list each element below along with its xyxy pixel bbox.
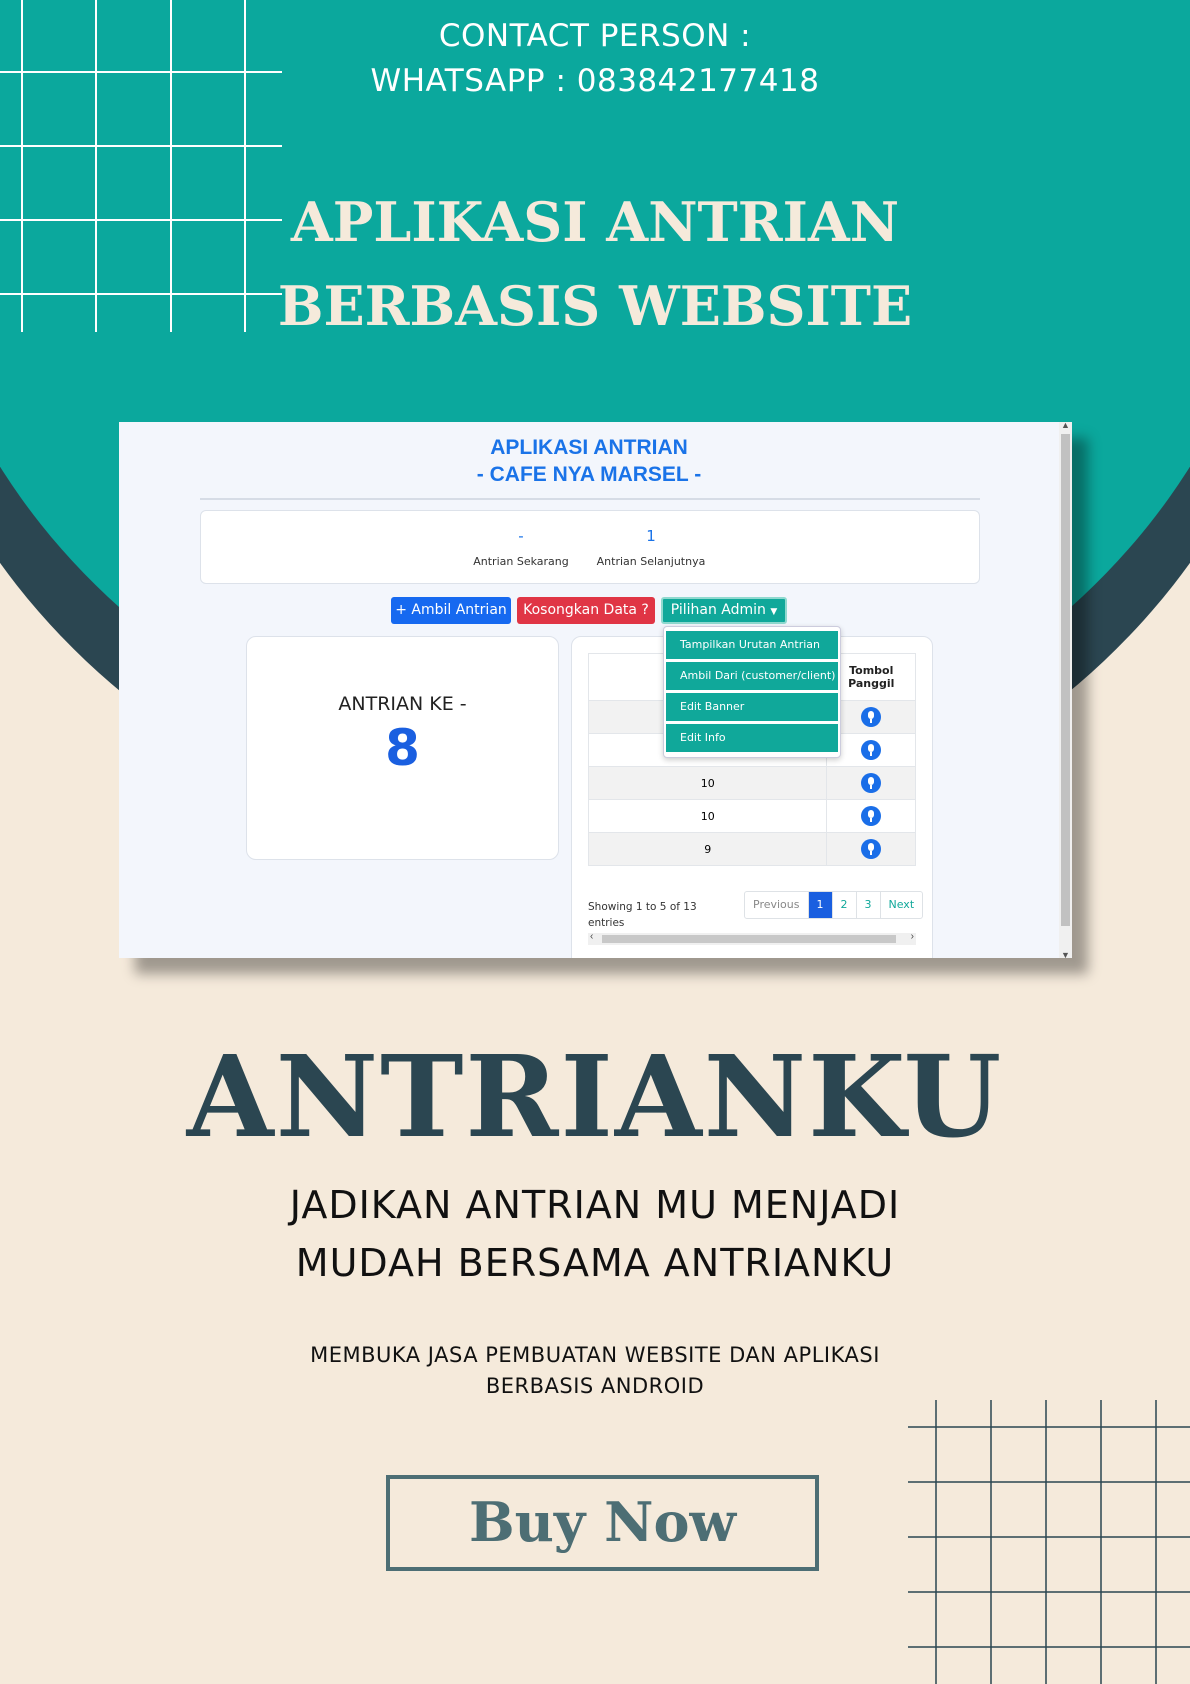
headline-line2: BERBASIS WEBSITE	[277, 274, 913, 338]
tagline: JADIKAN ANTRIAN MU MENJADI MUDAH BERSAMA…	[0, 1176, 1190, 1292]
current-queue: - Antrian Sekarang	[471, 527, 571, 568]
next-queue: 1 Antrian Selanjutnya	[591, 527, 711, 568]
microphone-icon[interactable]	[861, 773, 882, 793]
admin-options-button[interactable]: Pilihan Admin ▼	[661, 597, 787, 624]
queue-number: 8	[385, 719, 420, 777]
scroll-left-icon[interactable]: ‹	[590, 931, 593, 942]
menu-item-edit-banner[interactable]: Edit Banner	[666, 693, 838, 721]
buy-now-button[interactable]: Buy Now	[386, 1475, 819, 1571]
pagination-previous[interactable]: Previous	[745, 892, 809, 918]
service-line2: BERBASIS ANDROID	[485, 1374, 705, 1398]
service-line1: MEMBUKA JASA PEMBUATAN WEBSITE DAN APLIK…	[310, 1343, 880, 1367]
scroll-right-icon[interactable]: ›	[911, 931, 914, 942]
brand-name: ANTRIANKU	[186, 1032, 1004, 1163]
admin-options-label: Pilihan Admin	[670, 602, 766, 618]
scrollbar-thumb[interactable]	[602, 935, 896, 943]
table-row: 9	[587, 832, 916, 866]
divider	[200, 498, 980, 500]
service-text: MEMBUKA JASA PEMBUATAN WEBSITE DAN APLIK…	[0, 1340, 1190, 1402]
clear-data-button[interactable]: Kosongkan Data ?	[517, 597, 655, 624]
microphone-icon[interactable]	[861, 740, 882, 760]
horizontal-scrollbar[interactable]: ‹ ›	[588, 931, 916, 945]
queue-card: ANTRIAN KE - 8	[246, 636, 559, 860]
app-title-line2: - CAFE NYA MARSEL -	[476, 463, 702, 486]
pagination-next[interactable]: Next	[881, 892, 923, 918]
contact-whatsapp: WHATSAPP : 083842177418	[370, 63, 820, 99]
contact-info: CONTACT PERSON : WHATSAPP : 083842177418	[0, 14, 1190, 104]
app-title: APLIKASI ANTRIAN - CAFE NYA MARSEL -	[119, 434, 1059, 488]
headline-line1: APLIKASI ANTRIAN	[290, 190, 900, 254]
pagination-page-3[interactable]: 3	[857, 892, 881, 918]
caret-down-icon: ▼	[770, 607, 778, 617]
vertical-scrollbar[interactable]: ▲ ▼	[1059, 422, 1072, 958]
app-title-line1: APLIKASI ANTRIAN	[490, 436, 688, 459]
vertical-scrollbar-thumb[interactable]	[1061, 434, 1070, 926]
tagline-line1: JADIKAN ANTRIAN MU MENJADI	[289, 1183, 901, 1227]
next-queue-value: 1	[646, 527, 656, 545]
table-cell: 9	[587, 832, 828, 866]
current-queue-label: Antrian Sekarang	[473, 555, 569, 568]
next-queue-label: Antrian Selanjutnya	[596, 555, 706, 568]
status-card: - Antrian Sekarang 1 Antrian Selanjutnya	[200, 510, 980, 584]
table-cell: 10	[587, 766, 828, 800]
contact-line1: CONTACT PERSON :	[438, 18, 752, 54]
menu-item-show-queue-order[interactable]: Tampilkan Urutan Antrian	[666, 631, 838, 659]
tagline-line2: MUDAH BERSAMA ANTRIANKU	[295, 1241, 895, 1285]
microphone-icon[interactable]	[861, 839, 882, 859]
menu-item-take-from-customer[interactable]: Ambil Dari (customer/client)	[666, 662, 838, 690]
pagination-page-2[interactable]: 2	[833, 892, 857, 918]
take-queue-button[interactable]: + Ambil Antrian	[391, 597, 511, 624]
table-cell: 10	[587, 799, 828, 833]
scroll-down-icon[interactable]: ▼	[1061, 950, 1070, 958]
current-queue-value: -	[518, 527, 524, 545]
table-row: 10	[587, 766, 916, 800]
table-info: Showing 1 to 5 of 13 entries	[588, 901, 697, 929]
table-row: 10	[587, 799, 916, 833]
microphone-icon[interactable]	[861, 806, 882, 826]
app-screenshot: APLIKASI ANTRIAN - CAFE NYA MARSEL - - A…	[119, 422, 1072, 958]
microphone-icon[interactable]	[861, 707, 882, 727]
queue-label: ANTRIAN KE -	[338, 693, 467, 715]
admin-dropdown-menu: Tampilkan Urutan Antrian Ambil Dari (cus…	[663, 626, 841, 758]
scroll-up-icon[interactable]: ▲	[1061, 422, 1070, 430]
pagination: Previous 1 2 3 Next	[744, 891, 924, 919]
pagination-page-1[interactable]: 1	[808, 892, 833, 918]
menu-item-edit-info[interactable]: Edit Info	[666, 724, 838, 752]
